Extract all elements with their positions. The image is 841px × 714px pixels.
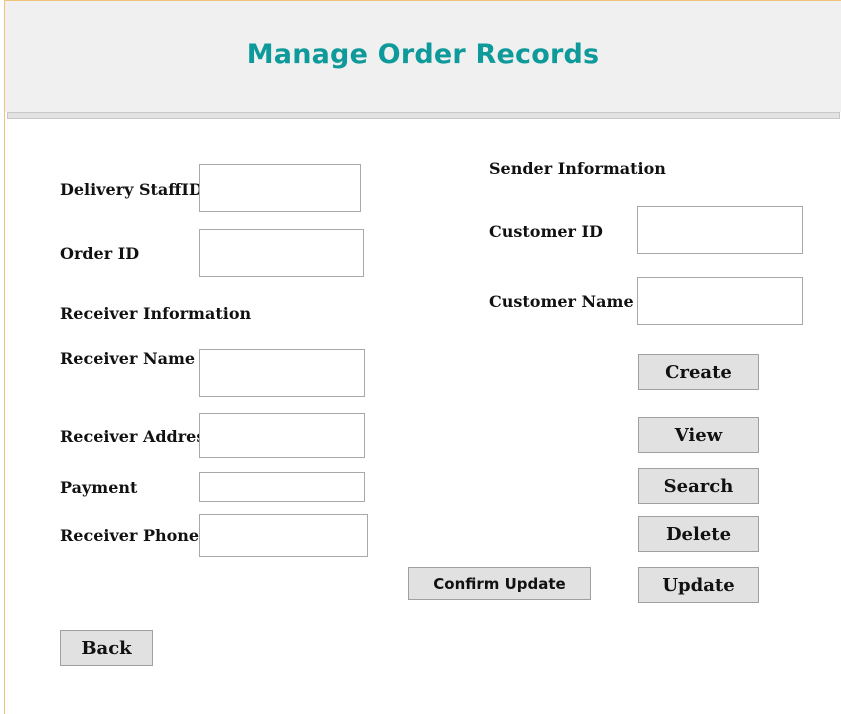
view-button[interactable]: View [638,417,759,453]
header-divider [7,112,840,119]
customer-name-label: Customer Name [489,292,634,311]
customer-id-label: Customer ID [489,222,603,241]
delete-button[interactable]: Delete [638,516,759,552]
receiver-address-label: Receiver Address [60,427,215,446]
header-bar: Manage Order Records [5,1,841,112]
delivery-staff-id-label: Delivery StaffID [60,180,203,199]
delivery-staff-id-input[interactable] [199,164,361,212]
confirm-update-button[interactable]: Confirm Update [408,567,591,600]
page-title: Manage Order Records [246,39,600,70]
search-button[interactable]: Search [638,468,759,504]
order-id-label: Order ID [60,244,140,263]
receiver-information-heading: Receiver Information [60,304,252,323]
create-button[interactable]: Create [638,354,759,390]
sender-information-heading: Sender Information [489,159,666,178]
update-button[interactable]: Update [638,567,759,603]
payment-input[interactable] [199,472,365,502]
receiver-name-label: Receiver Name [60,349,196,368]
customer-name-input[interactable] [637,277,803,325]
customer-id-input[interactable] [637,206,803,254]
order-id-input[interactable] [199,229,364,277]
back-button[interactable]: Back [60,630,153,666]
receiver-name-input[interactable] [199,349,365,397]
receiver-phone-label: Receiver Phone [60,526,200,545]
receiver-address-input[interactable] [199,413,365,458]
receiver-phone-input[interactable] [199,514,368,557]
payment-label: Payment [60,478,138,497]
